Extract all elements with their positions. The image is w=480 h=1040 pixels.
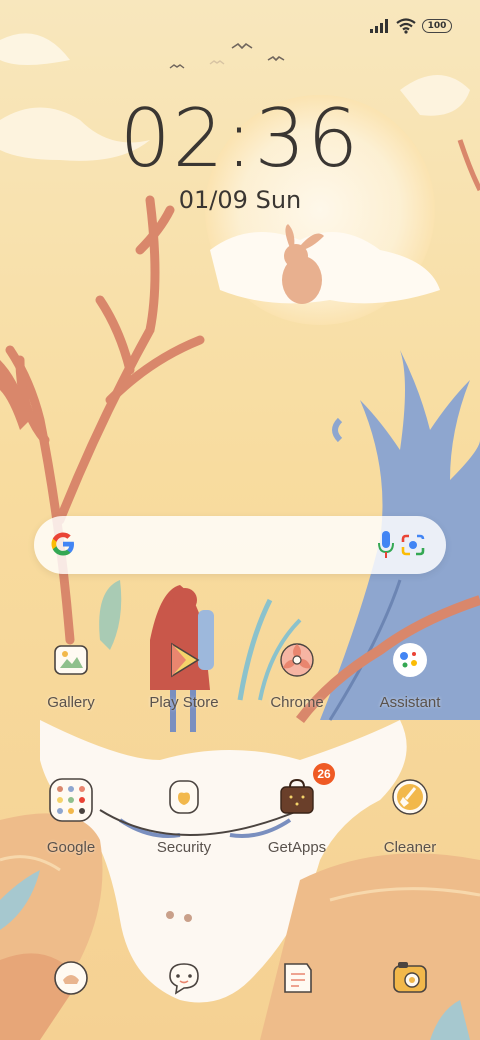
messages-icon (169, 963, 199, 995)
battery-level: 100 (427, 21, 447, 31)
wifi-icon (396, 18, 416, 34)
app-cleaner[interactable]: Cleaner (350, 777, 470, 856)
cleaner-icon (390, 777, 430, 817)
app-label: Google (46, 839, 96, 856)
app-label: Security (156, 839, 212, 856)
app-label: Play Store (149, 694, 219, 711)
assistant-icon (390, 640, 430, 680)
app-label: Assistant (379, 694, 441, 711)
app-folder-google[interactable]: Google (11, 777, 131, 856)
phone-icon (54, 961, 88, 995)
dock-messages[interactable] (164, 958, 204, 998)
getapps-icon: 26 (277, 763, 335, 817)
google-logo-icon (51, 532, 74, 556)
app-getapps[interactable]: 26 GetApps (237, 763, 357, 856)
notification-badge: 26 (313, 763, 335, 785)
chrome-icon (277, 640, 317, 680)
clock-time[interactable]: 02:36 (0, 92, 480, 185)
notes-icon (284, 963, 312, 993)
app-gallery[interactable]: Gallery (11, 640, 131, 711)
play-store-icon (164, 640, 204, 680)
app-security[interactable]: Security (124, 777, 244, 856)
camera-icon (393, 962, 427, 993)
app-assistant[interactable]: Assistant (350, 640, 470, 711)
clock-date[interactable]: 01/09 Sun (0, 186, 480, 214)
status-bar: 100 (370, 18, 452, 34)
security-icon (164, 777, 204, 817)
app-play-store[interactable]: Play Store (124, 640, 244, 711)
signal-icon (370, 19, 388, 33)
app-label: GetApps (267, 839, 327, 856)
app-label: Gallery (47, 694, 95, 711)
date-text: 01/09 (178, 186, 248, 214)
battery-icon: 100 (422, 19, 452, 33)
app-label: Chrome (270, 694, 324, 711)
day-text: Sun (255, 186, 302, 214)
dock-notes[interactable] (277, 958, 317, 998)
dock-phone[interactable] (51, 958, 91, 998)
google-folder-icon (48, 777, 94, 823)
app-chrome[interactable]: Chrome (237, 640, 357, 711)
microphone-icon[interactable] (378, 531, 394, 559)
dock-camera[interactable] (390, 958, 430, 998)
app-label: Cleaner (383, 839, 437, 856)
gallery-icon (51, 640, 91, 680)
google-lens-icon[interactable] (400, 533, 426, 557)
google-search-bar[interactable] (34, 516, 446, 574)
